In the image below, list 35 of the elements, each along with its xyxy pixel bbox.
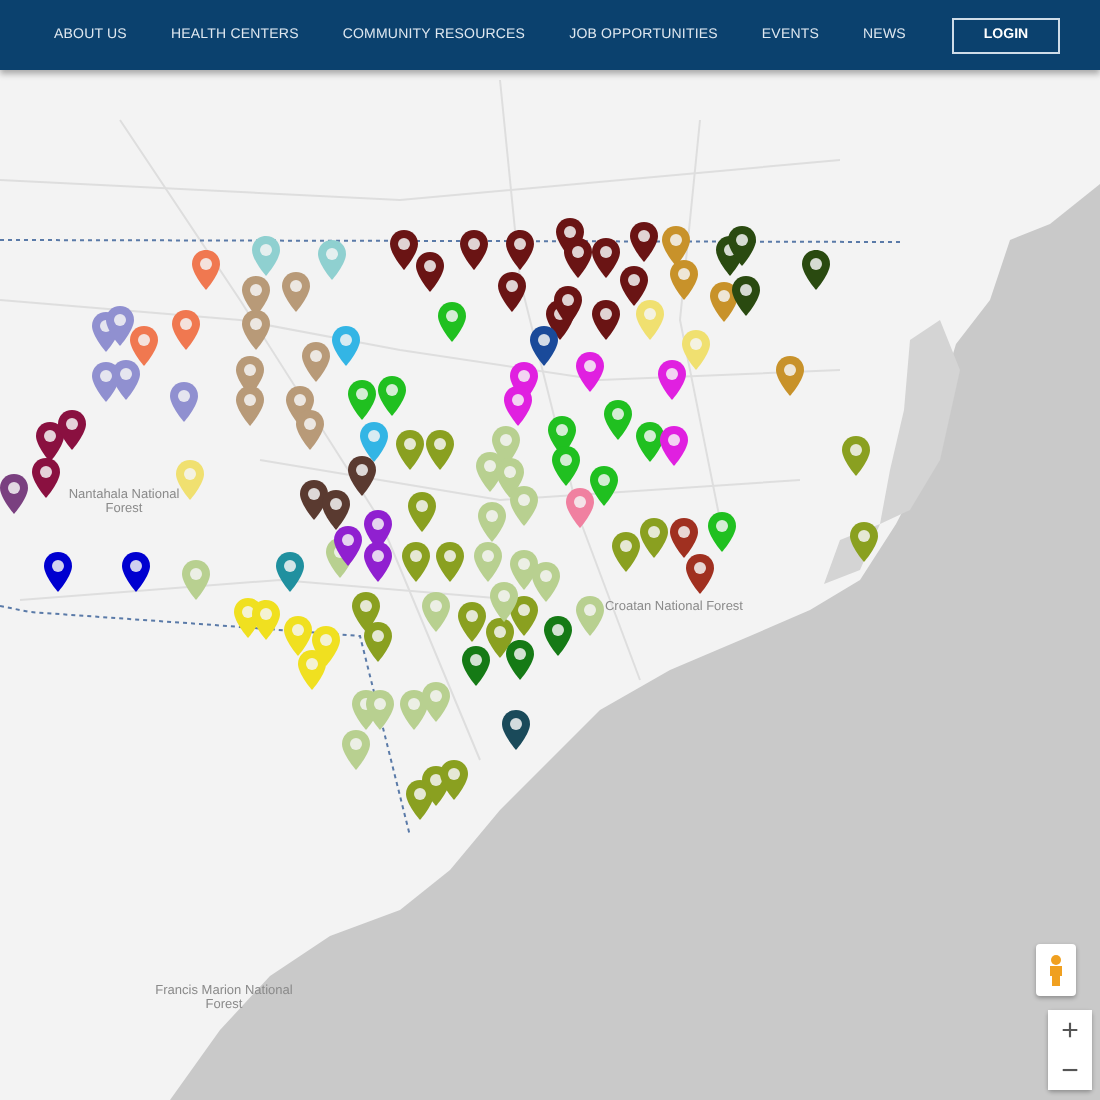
map-pin-icon[interactable] <box>670 518 698 558</box>
map-pin-icon[interactable] <box>348 456 376 496</box>
map-pin-icon[interactable] <box>390 230 418 270</box>
map-pin-icon[interactable] <box>802 250 830 290</box>
map-pin-icon[interactable] <box>460 230 488 270</box>
map-pin-icon[interactable] <box>416 252 444 292</box>
map-pin-icon[interactable] <box>544 616 572 656</box>
map-pin-icon[interactable] <box>630 222 658 262</box>
map-pin-icon[interactable] <box>498 272 526 312</box>
map-pin-icon[interactable] <box>732 276 760 316</box>
map-pin-icon[interactable] <box>122 552 150 592</box>
person-icon <box>1048 954 1064 986</box>
map-pin-icon[interactable] <box>364 542 392 582</box>
map-pin-icon[interactable] <box>322 490 350 530</box>
map-pin-icon[interactable] <box>360 422 388 462</box>
map-pin-icon[interactable] <box>44 552 72 592</box>
map-pin-icon[interactable] <box>686 554 714 594</box>
map-pin-icon[interactable] <box>506 640 534 680</box>
map-pin-icon[interactable] <box>502 710 530 750</box>
map-pin-icon[interactable] <box>554 286 582 326</box>
zoom-out-button[interactable]: − <box>1048 1050 1092 1090</box>
map-pin-icon[interactable] <box>592 300 620 340</box>
map-pin-icon[interactable] <box>334 526 362 566</box>
map-pin-icon[interactable] <box>462 646 490 686</box>
street-view-button[interactable] <box>1036 944 1076 996</box>
map-pin-icon[interactable] <box>32 458 60 498</box>
map-pin-icon[interactable] <box>564 238 592 278</box>
map-pin-icon[interactable] <box>530 326 558 366</box>
map-pin-icon[interactable] <box>728 226 756 266</box>
zoom-in-button[interactable]: + <box>1048 1010 1092 1050</box>
map-pin-icon[interactable] <box>0 474 28 514</box>
map-pin-icon[interactable] <box>592 238 620 278</box>
map-pin-icon[interactable] <box>506 230 534 270</box>
map-pin-icon[interactable] <box>58 410 86 450</box>
map-pin-icon[interactable] <box>620 266 648 306</box>
